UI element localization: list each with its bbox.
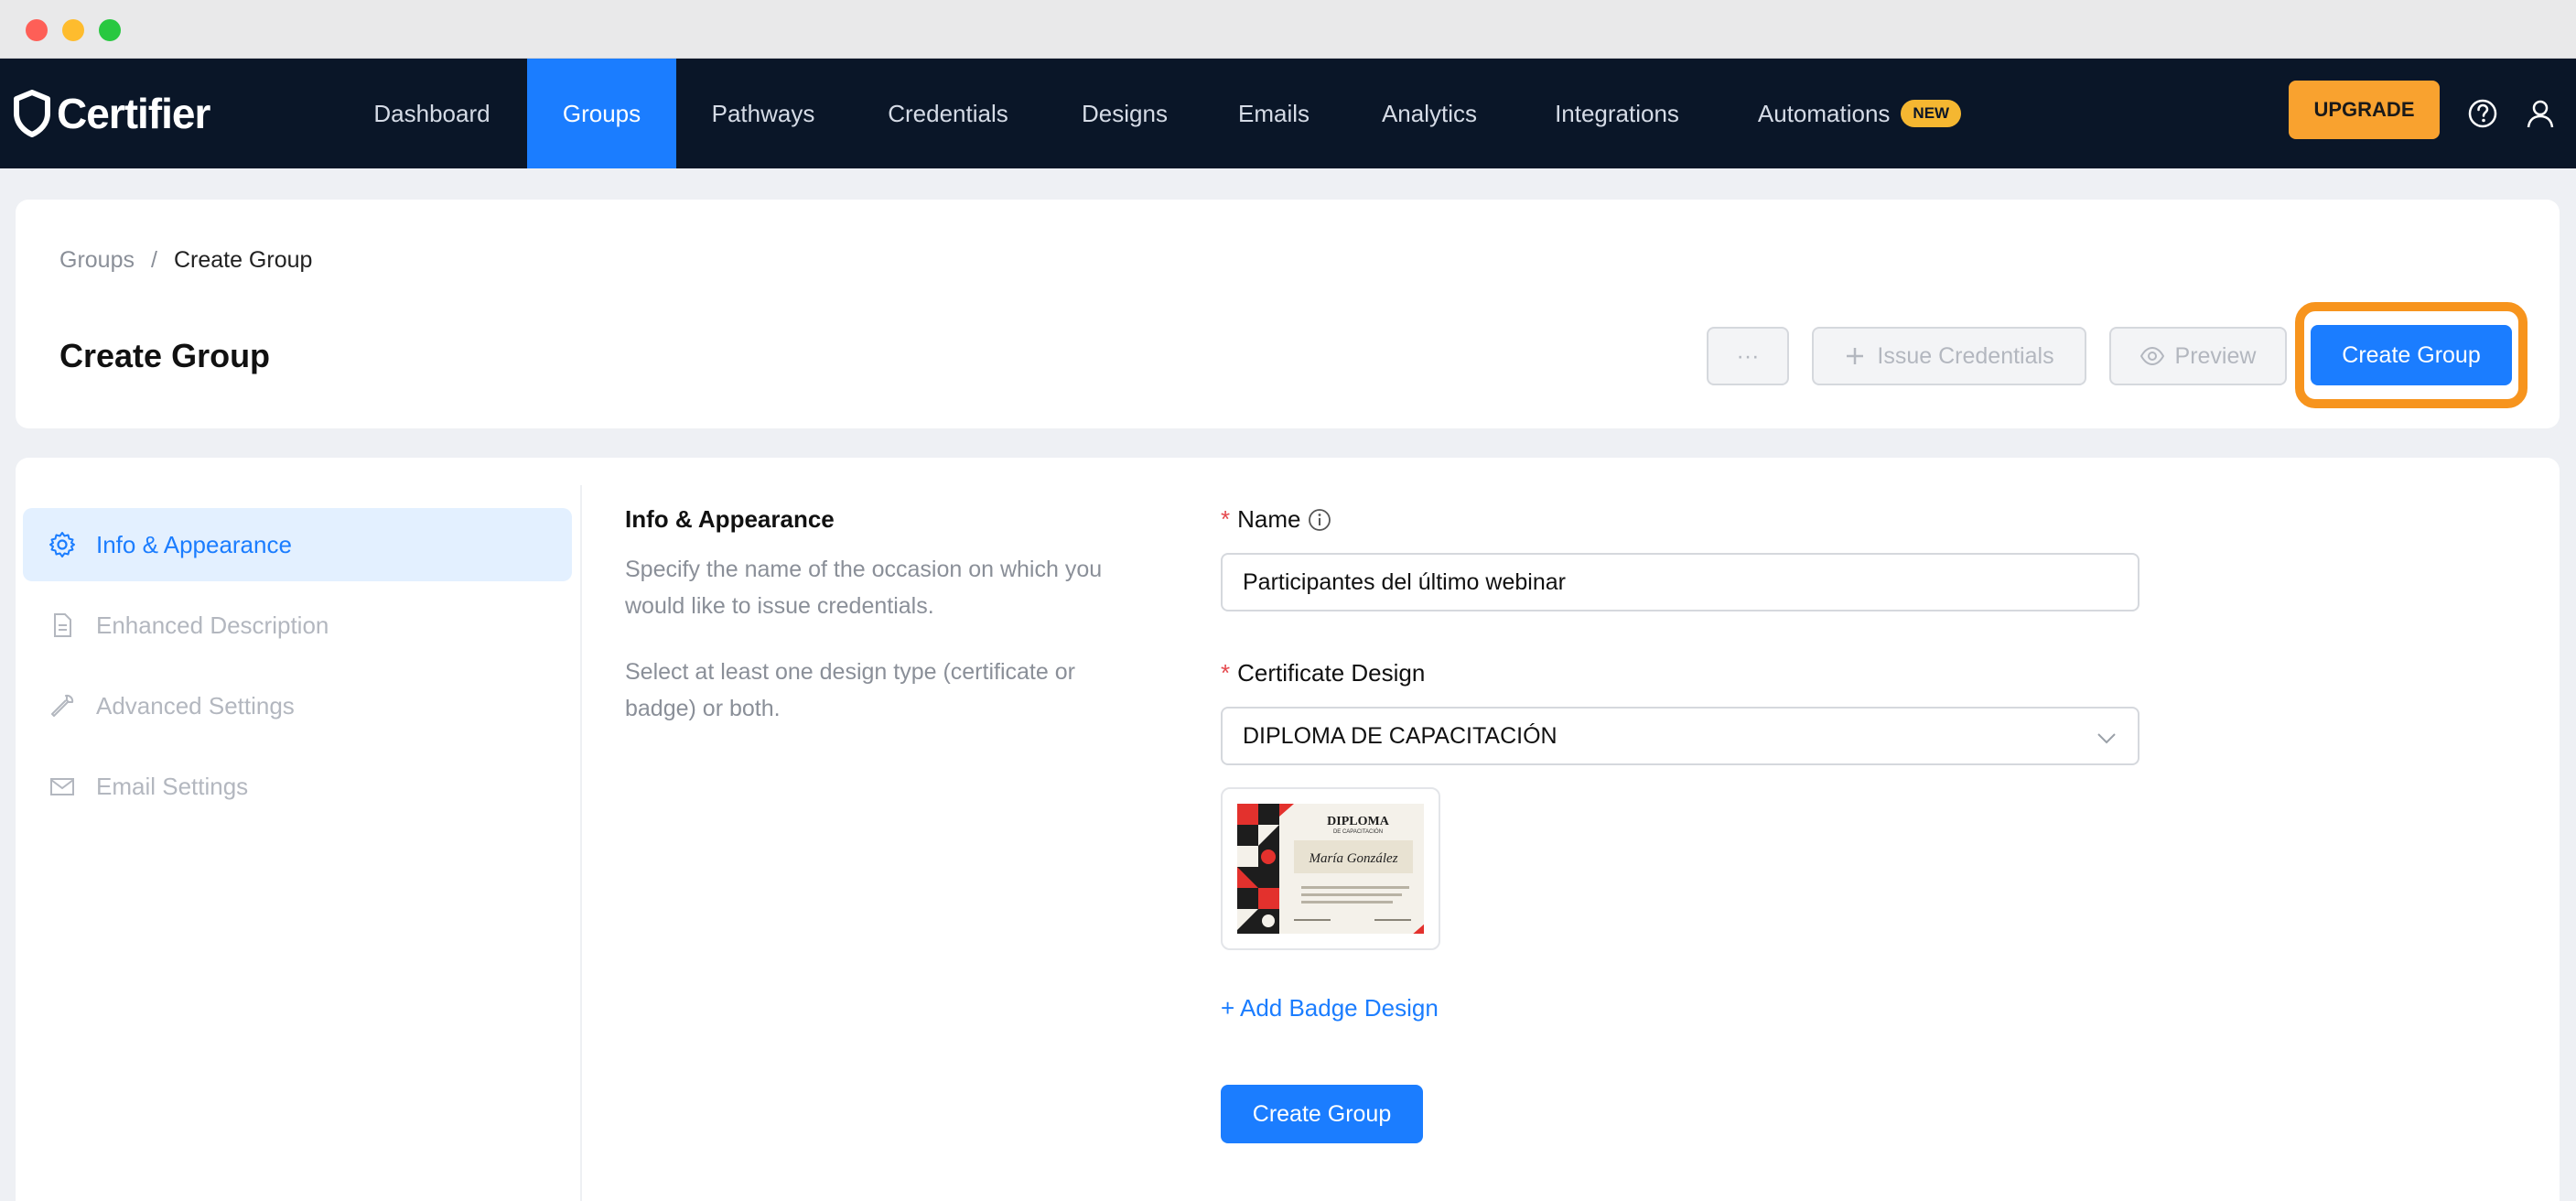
eye-icon: [2139, 347, 2164, 365]
nav-label: Designs: [1082, 99, 1168, 127]
plus-icon: [1847, 348, 1864, 364]
window-titlebar: [0, 0, 2576, 59]
certificate-design-label: * Certificate Design: [1221, 659, 1425, 687]
certificate-design-select[interactable]: DIPLOMA DE CAPACITACIÓN: [1221, 707, 2139, 765]
certificate-design-value: DIPLOMA DE CAPACITACIÓN: [1243, 722, 1557, 749]
issue-credentials-label: Issue Credentials: [1877, 342, 2054, 369]
breadcrumb-groups[interactable]: Groups: [59, 247, 135, 274]
nav-label: Groups: [562, 99, 641, 127]
create-group-highlight-outline: [2295, 302, 2527, 408]
nav-automations[interactable]: Automations NEW: [1744, 59, 1975, 168]
ellipsis-icon: ···: [1736, 342, 1760, 369]
upgrade-button[interactable]: UPGRADE: [2289, 81, 2440, 139]
name-label-text: Name: [1237, 505, 1301, 533]
name-input-value: Participantes del último webinar: [1243, 568, 1566, 595]
document-icon: [54, 613, 71, 637]
nav-label: Dashboard: [373, 99, 490, 127]
nav-designs[interactable]: Designs: [1065, 59, 1184, 168]
sidebar-item-email-settings[interactable]: Email Settings: [23, 750, 572, 823]
issue-credentials-button[interactable]: Issue Credentials: [1812, 327, 2086, 385]
more-options-button[interactable]: ···: [1707, 327, 1789, 385]
nav-groups[interactable]: Groups: [527, 59, 676, 168]
minimize-window-button[interactable]: [62, 19, 84, 41]
certificate-design-label-text: Certificate Design: [1237, 659, 1426, 687]
sidebar-item-label: Info & Appearance: [96, 530, 292, 558]
sidebar-item-label: Advanced Settings: [96, 691, 295, 720]
nav-credentials[interactable]: Credentials: [869, 59, 1027, 168]
nav-label: Analytics: [1381, 99, 1478, 127]
preview-button[interactable]: Preview: [2109, 327, 2287, 385]
certificate-design-thumbnail[interactable]: DIPLOMA DE CAPACITACIÓN María González: [1221, 787, 1440, 950]
sidebar-item-label: Enhanced Description: [96, 611, 329, 639]
logo-text: Certifier: [57, 90, 210, 137]
required-mark: *: [1221, 505, 1231, 533]
breadcrumb-current: Create Group: [173, 247, 313, 273]
nav-label: Credentials: [888, 99, 1008, 127]
header-card: Groups / Create Group Create Group: [16, 200, 2560, 428]
nav-dashboard[interactable]: Dashboard: [351, 59, 512, 168]
user-profile-icon[interactable]: [2520, 93, 2560, 134]
info-icon[interactable]: [1308, 508, 1331, 532]
new-badge: NEW: [1901, 100, 1962, 127]
certificate-preview-image: DIPLOMA DE CAPACITACIÓN María González: [1237, 804, 1424, 934]
nav-label: Automations: [1757, 99, 1891, 127]
main-card: Info & Appearance Enhanced Description A…: [16, 458, 2560, 1201]
sidebar-item-advanced-settings[interactable]: Advanced Settings: [23, 669, 572, 742]
nav-integrations[interactable]: Integrations: [1534, 59, 1700, 168]
nav-label: Emails: [1237, 99, 1310, 127]
nav-label: Integrations: [1555, 99, 1679, 127]
nav-label: Pathways: [711, 99, 815, 127]
nav-pathways[interactable]: Pathways: [695, 59, 831, 168]
page-title: Create Group: [59, 337, 271, 374]
name-label: * Name: [1221, 505, 1331, 534]
preview-label: Preview: [2174, 342, 2257, 369]
sidebar-divider: [580, 485, 582, 1201]
create-group-submit-button[interactable]: Create Group: [1221, 1085, 1423, 1143]
chevron-down-icon: [2097, 733, 2116, 744]
certificate-preview-heading: DIPLOMA: [1327, 815, 1389, 828]
nav-emails[interactable]: Emails: [1223, 59, 1325, 168]
maximize-window-button[interactable]: [99, 19, 121, 41]
top-navigation: Certifier Dashboard Groups Pathways Cred…: [0, 59, 2576, 168]
envelope-icon: [50, 778, 74, 795]
breadcrumb-separator: /: [150, 247, 157, 273]
close-window-button[interactable]: [26, 19, 48, 41]
section-description-name: Specify the name of the occasion on whic…: [625, 557, 1103, 619]
wrench-icon: [51, 694, 74, 717]
sidebar-item-label: Email Settings: [96, 772, 249, 800]
sidebar-item-info-appearance[interactable]: Info & Appearance: [23, 508, 572, 581]
nav-analytics[interactable]: Analytics: [1365, 59, 1493, 168]
breadcrumb: Groups / Create Group: [59, 247, 312, 274]
section-title: Info & Appearance: [625, 505, 835, 533]
certificate-preview-subheading: DE CAPACITACIÓN: [1332, 829, 1384, 835]
certifier-shield-icon: [14, 90, 50, 137]
add-badge-design-link[interactable]: + Add Badge Design: [1221, 994, 1439, 1022]
help-icon[interactable]: [2463, 93, 2503, 134]
certificate-preview-recipient: María González: [1309, 851, 1398, 866]
certifier-logo[interactable]: Certifier: [13, 83, 210, 144]
required-mark: *: [1221, 659, 1231, 687]
section-description-design: Select at least one design type (certifi…: [625, 659, 1075, 721]
gear-icon: [49, 532, 75, 557]
name-input[interactable]: Participantes del último webinar: [1221, 553, 2139, 611]
sidebar-item-enhanced-description[interactable]: Enhanced Description: [23, 589, 572, 662]
